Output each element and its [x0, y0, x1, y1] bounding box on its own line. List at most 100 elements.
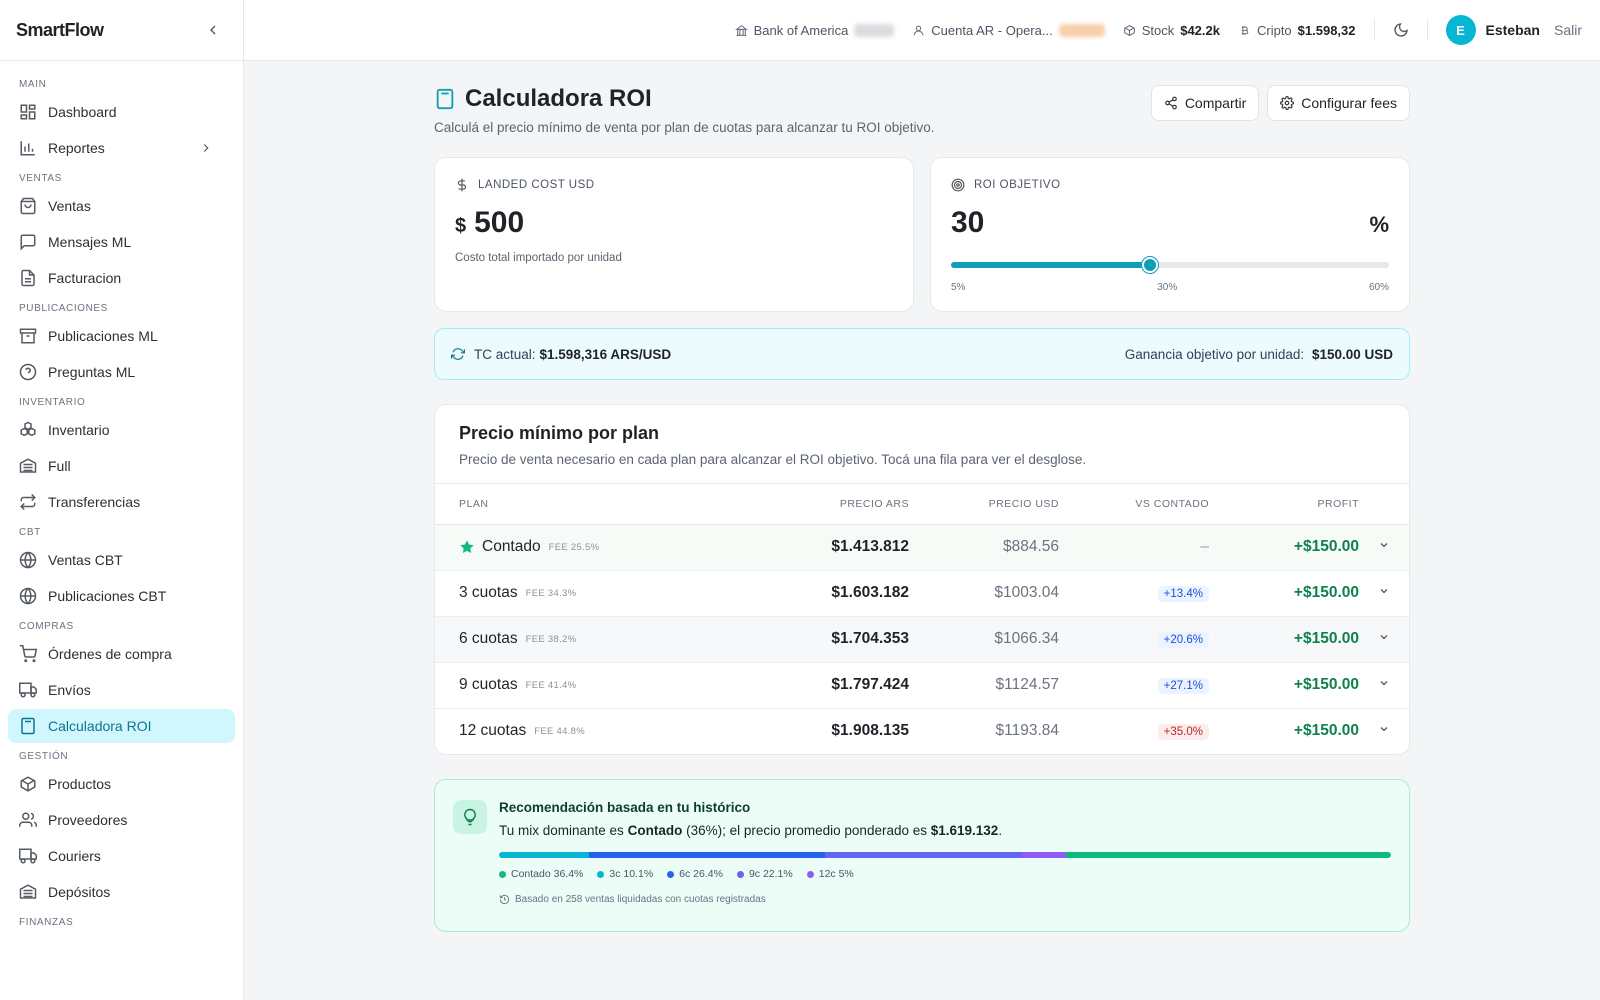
roi-slider-thumb[interactable] — [1142, 257, 1159, 273]
plan-name: 3 cuotas — [459, 584, 518, 601]
landed-cost-label: LANDED COST USD — [478, 179, 595, 191]
refresh-icon[interactable] — [451, 347, 465, 361]
sidebar-item-ventas-cbt[interactable]: Ventas CBT — [8, 543, 235, 577]
roi-value[interactable]: 30 — [951, 206, 984, 240]
reco-dominant-plan: Contado — [627, 823, 683, 838]
package-icon — [19, 775, 37, 793]
column-header-expand — [1359, 484, 1409, 525]
sidebar-item-label: Facturacion — [48, 270, 122, 286]
sidebar-item-publicaciones[interactable]: Publicaciones ML — [8, 319, 235, 353]
message-icon — [19, 233, 37, 251]
sidebar-item-proveedores[interactable]: Proveedores — [8, 803, 235, 837]
file-icon — [19, 269, 37, 287]
sidebar-item-dashboard[interactable]: Dashboard — [8, 95, 235, 129]
chevron-down-icon[interactable] — [1378, 585, 1390, 597]
brand-logo[interactable]: SmartFlow — [16, 20, 104, 41]
table-row[interactable]: 9 cuotas FEE 41.4% $1.797.424 $1124.57 +… — [435, 662, 1409, 709]
roi-target-card: ROI OBJETIVO 30 % 5% 30% 60% — [930, 157, 1410, 312]
bank-balance-hidden — [854, 23, 895, 37]
sidebar-item-label: Mensajes ML — [48, 234, 132, 250]
sidebar-item-ordenes[interactable]: Órdenes de compra — [8, 637, 235, 671]
nav-section-publicaciones: PUBLICACIONES — [19, 303, 108, 314]
exchange-rate-bar: TC actual: $1.598,316 ARS/USD Ganancia o… — [434, 328, 1410, 380]
sidebar-item-reportes[interactable]: Reportes — [8, 131, 235, 165]
roi-min-label: 5% — [951, 282, 966, 293]
stock-value: $42.2k — [1180, 22, 1220, 38]
bitcoin-icon — [1238, 24, 1251, 37]
user-icon — [912, 24, 925, 37]
mix-segment — [1021, 852, 1067, 858]
plan-name: 9 cuotas — [459, 676, 518, 693]
nav-section-gestion: GESTIÓN — [19, 751, 69, 762]
landed-cost-value[interactable]: 500 — [474, 206, 524, 240]
vs-contado-badge: +35.0% — [1157, 724, 1209, 741]
globe-icon — [19, 587, 37, 605]
sidebar-item-calculadora-roi[interactable]: Calculadora ROI — [8, 709, 235, 743]
chevron-down-icon[interactable] — [1378, 677, 1390, 689]
sidebar-item-couriers[interactable]: Couriers — [8, 839, 235, 873]
table-row[interactable]: 3 cuotas FEE 34.3% $1.603.182 $1003.04 +… — [435, 570, 1409, 617]
roi-label: ROI OBJETIVO — [974, 179, 1061, 191]
plans-subtitle: Precio de venta necesario en cada plan p… — [459, 452, 1087, 467]
share-button-label: Compartir — [1184, 95, 1247, 111]
sidebar-item-depositos[interactable]: Depósitos — [8, 875, 235, 909]
sidebar-item-mensajes[interactable]: Mensajes ML — [8, 225, 235, 259]
legend-dot — [806, 870, 814, 878]
sidebar-item-ventas[interactable]: Ventas — [8, 189, 235, 223]
column-header-plan: PLAN — [435, 484, 769, 525]
account-selector[interactable]: Cuenta AR - Opera... — [912, 23, 1105, 38]
page-subtitle: Calculá el precio mínimo de venta por pl… — [434, 120, 935, 135]
stock-label: Stock — [1141, 22, 1175, 38]
sidebar-item-full[interactable]: Full — [8, 449, 235, 483]
reco-weighted-price: $1.619.132 — [930, 823, 999, 838]
table-row[interactable]: Contado FEE 25.5% $1.413.812 $884.56 – +… — [435, 524, 1409, 571]
sidebar-item-preguntas[interactable]: Preguntas ML — [8, 355, 235, 389]
landed-cost-input[interactable]: $ 500 — [455, 206, 893, 240]
crypto-summary[interactable]: Cripto $1.598,32 — [1238, 23, 1356, 38]
recommendation-title: Recomendación basada en tu histórico — [499, 800, 751, 815]
share-button[interactable]: Compartir — [1150, 85, 1260, 121]
sidebar: SmartFlow MAIN Dashboard Reportes VENTAS… — [0, 0, 244, 1000]
sidebar-item-label: Proveedores — [48, 812, 128, 828]
chevron-down-icon[interactable] — [1378, 539, 1390, 551]
bank-account-selector[interactable]: Bank of America — [734, 23, 895, 38]
crypto-label: Cripto — [1256, 22, 1292, 38]
mix-legend: Contado 36.4% 3c 10.1% 6c 26.4% 9c 22.1% 12c… — [499, 868, 1391, 880]
roi-input[interactable]: 30 — [951, 206, 1389, 240]
warehouse-icon — [19, 457, 37, 475]
table-row[interactable]: 12 cuotas FEE 44.8% $1.908.135 $1193.84 … — [435, 708, 1409, 754]
chevron-right-icon — [199, 141, 213, 155]
sidebar-item-publicaciones-cbt[interactable]: Publicaciones CBT — [8, 579, 235, 613]
sidebar-item-envios[interactable]: Envíos — [8, 673, 235, 707]
roi-slider-fill — [951, 262, 1151, 268]
mix-segment — [1066, 852, 1391, 858]
roi-slider[interactable] — [951, 257, 1389, 273]
landed-cost-note: Costo total importado por unidad — [455, 252, 622, 264]
legend-label: 3c 10.1% — [609, 868, 654, 880]
globe-icon — [19, 551, 37, 569]
reco-text-1: Tu mix dominante es — [499, 823, 624, 838]
shopping-bag-icon — [19, 197, 37, 215]
sidebar-item-transferencias[interactable]: Transferencias — [8, 485, 235, 519]
chevron-down-icon[interactable] — [1378, 723, 1390, 735]
sidebar-item-inventario[interactable]: Inventario — [8, 413, 235, 447]
price-ars: $1.908.135 — [831, 722, 909, 740]
main-content: Calculadora ROI Calculá el precio mínimo… — [434, 61, 1410, 932]
logout-link[interactable]: Salir — [1554, 22, 1582, 38]
chevron-left-icon[interactable] — [205, 22, 221, 38]
configure-fees-button[interactable]: Configurar fees — [1267, 85, 1410, 121]
sidebar-item-productos[interactable]: Productos — [8, 767, 235, 801]
sidebar-item-facturacion[interactable]: Facturacion — [8, 261, 235, 295]
topbar: Bank of America Cuenta AR - Opera... Sto… — [244, 0, 1600, 61]
table-row[interactable]: 6 cuotas FEE 38.2% $1.704.353 $1066.34 +… — [435, 616, 1409, 663]
chevron-down-icon[interactable] — [1378, 631, 1390, 643]
legend-dot — [667, 870, 675, 878]
stock-summary[interactable]: Stock $42.2k — [1123, 23, 1220, 38]
legend-label: Contado 36.4% — [511, 868, 584, 880]
column-header-ars: PRECIO ARS — [769, 484, 909, 525]
price-usd: $1193.84 — [995, 722, 1060, 740]
avatar[interactable]: E — [1445, 15, 1476, 45]
plan-fee: FEE 38.2% — [525, 633, 577, 645]
sidebar-item-label: Full — [48, 458, 71, 474]
moon-icon[interactable] — [1393, 22, 1409, 38]
